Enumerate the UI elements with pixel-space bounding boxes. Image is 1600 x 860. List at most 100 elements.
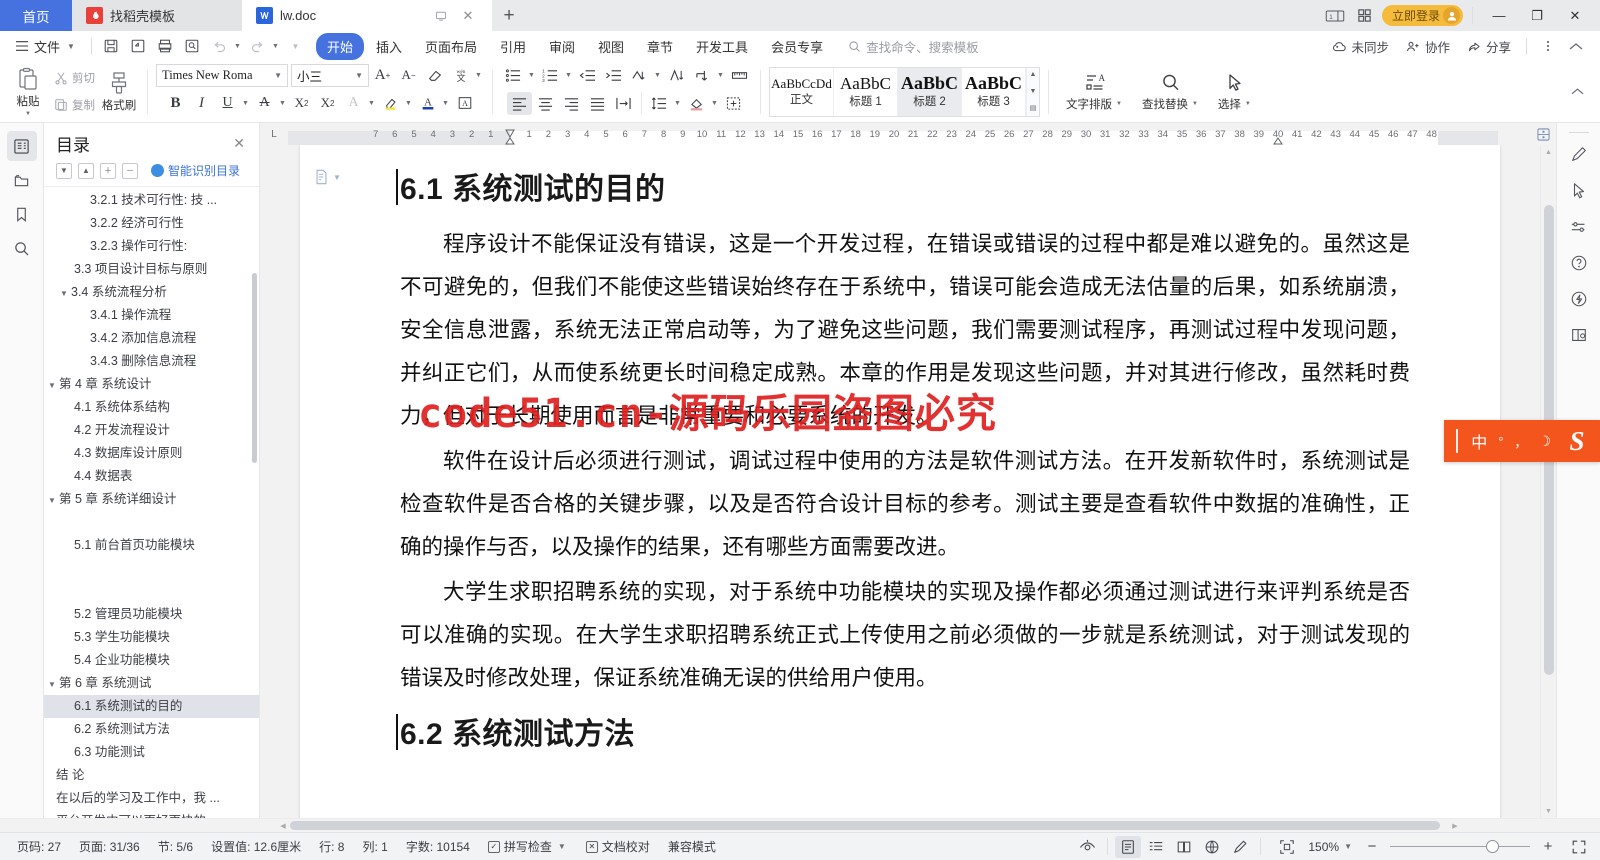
- text-effects-dropdown-icon[interactable]: ▼: [366, 92, 377, 115]
- chevron-down-icon[interactable]: ▼: [48, 680, 59, 690]
- format-painter-button[interactable]: 格式刷: [99, 64, 139, 120]
- zoom-slider-knob[interactable]: [1486, 840, 1499, 853]
- screen-layout-icon[interactable]: 1: [1322, 5, 1348, 27]
- settings-sliders-icon[interactable]: [1563, 210, 1595, 244]
- toc-item[interactable]: 5.3 学生功能模块: [44, 626, 259, 649]
- underline-dropdown-icon[interactable]: ▼: [240, 92, 251, 115]
- grid-apps-icon[interactable]: [1352, 5, 1378, 27]
- redo-icon[interactable]: [245, 35, 270, 58]
- subscript-icon[interactable]: X2: [315, 92, 340, 115]
- highlight-dropdown-icon[interactable]: ▼: [403, 92, 414, 115]
- decrease-indent-icon[interactable]: [575, 64, 600, 87]
- shading-icon[interactable]: [684, 92, 709, 115]
- ruler-icon[interactable]: [727, 64, 752, 87]
- file-menu-button[interactable]: 文件 ▼: [8, 34, 84, 59]
- toc-item[interactable]: 结 论: [44, 764, 259, 787]
- ime-drag-handle[interactable]: [1456, 429, 1459, 453]
- toc-item[interactable]: 5.1 前台首页功能模块: [44, 534, 259, 557]
- toc-item[interactable]: 5.4 企业功能模块: [44, 649, 259, 672]
- sort-dropdown-icon[interactable]: ▼: [652, 64, 663, 87]
- style-heading-1[interactable]: AaBbC 标题 1: [834, 67, 898, 116]
- zoom-slider[interactable]: [1390, 840, 1530, 854]
- ime-floating-bar[interactable]: 中 ° ， ☽ S: [1444, 420, 1600, 462]
- toc-item[interactable]: 平台开发中可以更好更快的 ...: [44, 810, 259, 818]
- toc-item[interactable]: 3.4.2 添加信息流程: [44, 327, 259, 350]
- smart-toc-button[interactable]: 智能识别目录: [151, 162, 240, 179]
- zoom-out-button[interactable]: −: [1362, 837, 1382, 857]
- toc-item-blank[interactable]: [44, 511, 259, 534]
- chevron-down-icon[interactable]: ▼: [48, 496, 59, 506]
- tab-start[interactable]: 开始: [315, 32, 364, 60]
- page-area[interactable]: ▼ 6.1 系统测试的目的 程序设计不能保证没有错误，这是一个开发过程，在错误或…: [260, 145, 1540, 818]
- styles-gallery[interactable]: AaBbCcDd 正文 AaBbC 标题 1 AaBbC 标题 2 AaBbC …: [769, 66, 1040, 117]
- pen-annotate-icon[interactable]: [1563, 138, 1595, 172]
- select-button[interactable]: 选择 ▼: [1209, 64, 1262, 120]
- highlight-icon[interactable]: [378, 92, 403, 115]
- outline-view-icon[interactable]: [1143, 836, 1169, 858]
- toc-list[interactable]: 3.2.1 技术可行性: 技 ... 3.2.2 经济可行性 3.2.3 操作可…: [44, 186, 259, 818]
- scroll-up-icon[interactable]: ▲: [1541, 145, 1556, 159]
- hscroll-right-icon[interactable]: ▶: [1448, 819, 1462, 833]
- toc-scrollbar-thumb[interactable]: [252, 273, 257, 463]
- bookmark-panel-icon[interactable]: [7, 199, 37, 229]
- print-preview-icon[interactable]: [180, 35, 205, 58]
- show-marks-dropdown-icon[interactable]: ▼: [715, 64, 726, 87]
- numbering-dropdown-icon[interactable]: ▼: [563, 64, 574, 87]
- tab-close-icon[interactable]: ✕: [458, 6, 478, 26]
- undo-dropdown-icon[interactable]: ▼: [232, 35, 243, 58]
- toc-item[interactable]: 4.2 开发流程设计: [44, 419, 259, 442]
- expand-all-icon[interactable]: ＋: [100, 162, 116, 179]
- tab-lw-doc[interactable]: lw.doc ✕: [242, 0, 492, 31]
- toc-item[interactable]: 3.4.1 操作流程: [44, 304, 259, 327]
- zoom-in-button[interactable]: +: [1538, 837, 1558, 857]
- hscroll-left-icon[interactable]: ◀: [276, 819, 290, 833]
- distribute-icon[interactable]: [611, 92, 636, 115]
- align-right-icon[interactable]: [559, 92, 584, 115]
- chevron-up-icon[interactable]: [1563, 35, 1588, 58]
- text-effects-icon[interactable]: A: [341, 92, 366, 115]
- annotate-view-icon[interactable]: [1227, 836, 1253, 858]
- toc-item[interactable]: ▼ 第 4 章 系统设计: [44, 373, 259, 396]
- font-size-input[interactable]: 小三 ▼: [291, 63, 369, 87]
- save-icon[interactable]: [99, 35, 124, 58]
- restore-button[interactable]: ❐: [1520, 0, 1554, 31]
- find-replace-button[interactable]: 查找替换 ▼: [1133, 64, 1209, 120]
- chevron-down-icon[interactable]: ▼: [48, 381, 59, 391]
- help-circle-icon[interactable]: [1563, 246, 1595, 280]
- borders-icon[interactable]: [721, 92, 746, 115]
- toc-item[interactable]: 6.2 系统测试方法: [44, 718, 259, 741]
- toc-item[interactable]: 6.3 功能测试: [44, 741, 259, 764]
- lightning-feedback-icon[interactable]: [1563, 282, 1595, 316]
- tab-detach-icon[interactable]: [431, 6, 451, 26]
- ime-mode-label[interactable]: 中: [1471, 429, 1487, 453]
- fullscreen-icon[interactable]: [1566, 836, 1592, 858]
- tab-stop-selector[interactable]: L: [260, 123, 288, 145]
- tab-review[interactable]: 审阅: [538, 33, 586, 60]
- shrink-font-icon[interactable]: A −: [396, 64, 421, 87]
- eye-focus-icon[interactable]: [1074, 836, 1100, 858]
- web-view-icon[interactable]: [1199, 836, 1225, 858]
- tab-docer-template[interactable]: 找稻壳模板: [72, 0, 242, 31]
- sort-icon[interactable]: [627, 64, 652, 87]
- toc-item[interactable]: ▼ 第 6 章 系统测试: [44, 672, 259, 695]
- sogou-logo-icon[interactable]: S: [1562, 426, 1592, 456]
- minimize-button[interactable]: —: [1482, 0, 1516, 31]
- toc-item[interactable]: ▼ 第 5 章 系统详细设计: [44, 488, 259, 511]
- tab-insert[interactable]: 插入: [365, 33, 413, 60]
- print-icon[interactable]: [153, 35, 178, 58]
- scroll-down-icon[interactable]: ▼: [1541, 804, 1556, 818]
- share-button[interactable]: 分享: [1460, 34, 1518, 59]
- horizontal-ruler[interactable]: L 7 6 5 4 3 2 1 1 2 3 4 5 6 7 8 9 10 11 12 13 14 15 16 17 18 19 20…: [260, 123, 1556, 145]
- tab-references[interactable]: 引用: [489, 33, 537, 60]
- reading-view-icon[interactable]: [1171, 836, 1197, 858]
- superscript-icon[interactable]: X2: [289, 92, 314, 115]
- font-color-dropdown-icon[interactable]: ▼: [440, 92, 451, 115]
- ruler-scale[interactable]: 7 6 5 4 3 2 1 1 2 3 4 5 6 7 8 9 10 11 12 13 14 15 16 17 18 19 20 21…: [288, 128, 1556, 145]
- style-heading-2[interactable]: AaBbC 标题 2: [898, 67, 962, 116]
- horizontal-scrollbar[interactable]: ◀ ▶: [0, 818, 1600, 832]
- styles-gallery-nav[interactable]: ▲ ▼ ▤: [1026, 67, 1039, 116]
- clear-format-icon[interactable]: [422, 64, 447, 87]
- document-vertical-scrollbar[interactable]: ▲ ▼: [1540, 145, 1556, 818]
- style-heading-3[interactable]: AaBbC 标题 3: [962, 67, 1026, 116]
- bullets-icon[interactable]: [501, 64, 526, 87]
